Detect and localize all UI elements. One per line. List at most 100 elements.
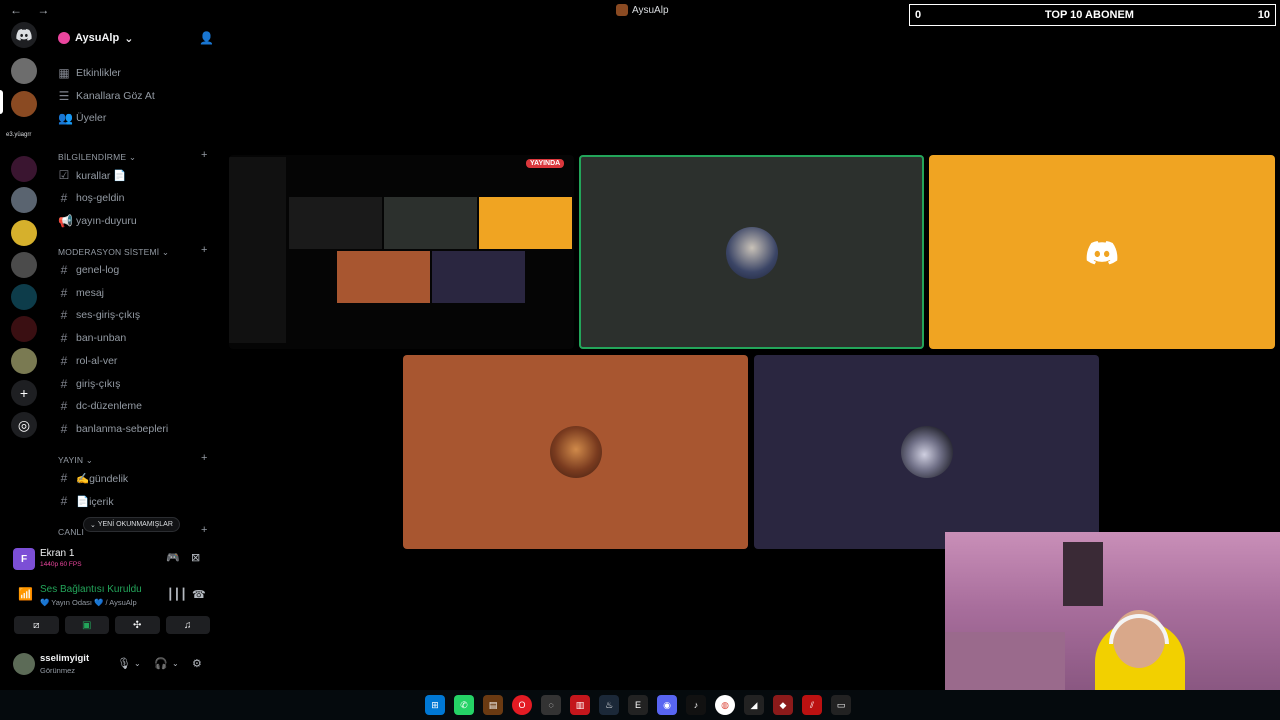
nested-tile bbox=[384, 197, 477, 249]
server-icon-zn[interactable] bbox=[11, 156, 37, 182]
menu-uyeler[interactable]: 👥 Üyeler bbox=[58, 108, 106, 128]
nested-sidebar bbox=[229, 157, 286, 343]
terminal-icon[interactable]: ▭ bbox=[831, 695, 851, 715]
chrome-icon[interactable]: ◍ bbox=[715, 695, 735, 715]
app-icon[interactable]: ◌ bbox=[541, 695, 561, 715]
channel-hos-geldin[interactable]: # hoş-geldin bbox=[58, 188, 125, 208]
whatsapp-icon[interactable]: ✆ bbox=[454, 695, 474, 715]
menu-kanallara-goz-at[interactable]: ☰ Kanallara Göz At bbox=[58, 86, 155, 106]
server-icon-aysualp[interactable] bbox=[11, 91, 37, 117]
add-server-button[interactable]: + bbox=[11, 380, 37, 406]
app-icon[interactable]: ▤ bbox=[483, 695, 503, 715]
nested-tile bbox=[479, 197, 572, 249]
server-icon-8[interactable] bbox=[11, 316, 37, 342]
add-channel-icon[interactable]: + bbox=[201, 524, 208, 536]
hash-icon: # bbox=[60, 308, 68, 322]
headset bbox=[1109, 614, 1169, 644]
hash-icon: # bbox=[60, 494, 68, 508]
channel-banlanma-sebepleri[interactable]: # banlanma-sebepleri bbox=[58, 419, 169, 439]
server-icon-6[interactable] bbox=[11, 252, 37, 278]
server-icon-5[interactable] bbox=[11, 220, 37, 246]
tiktok-icon[interactable]: ♪ bbox=[686, 695, 706, 715]
windows-start-icon[interactable]: ⊞ bbox=[425, 695, 445, 715]
user-panel: sselimyigit Görünmez 🎙 ⌄ 🎧 ⌄ ⚙ bbox=[6, 645, 216, 683]
server-icon-9[interactable] bbox=[11, 348, 37, 374]
voice-channel[interactable]: 💙 Yayın Odası 💙 / AysuAlp bbox=[40, 598, 137, 607]
headphones-icon[interactable]: 🎧 bbox=[154, 657, 168, 670]
chevron-down-icon: ⌄ bbox=[124, 32, 134, 45]
app-icon[interactable]: ◢ bbox=[744, 695, 764, 715]
menu-etkinlikler[interactable]: ▦ Etkinlikler bbox=[58, 63, 121, 83]
chevron-down-icon[interactable]: ⌄ bbox=[134, 659, 141, 668]
category-canli[interactable]: CANLI + bbox=[58, 524, 207, 539]
channel-ban-unban[interactable]: # ban-unban bbox=[58, 328, 127, 348]
add-channel-icon[interactable]: + bbox=[201, 149, 208, 161]
gear-icon[interactable]: ⚙ bbox=[192, 657, 202, 670]
explore-button[interactable]: ◎ bbox=[11, 412, 37, 438]
add-channel-icon[interactable]: + bbox=[201, 244, 208, 256]
noise-suppression-icon[interactable]: ┃┃┃ bbox=[167, 588, 187, 601]
hash-icon: # bbox=[60, 354, 68, 368]
server-icon-1[interactable] bbox=[11, 58, 37, 84]
invite-icon[interactable]: 👤 bbox=[199, 31, 214, 45]
channel-yayin-duyuru[interactable]: 📢 yayın-duyuru bbox=[58, 211, 137, 231]
taskbar: ⊞ ✆ ▤ O ◌ ▥ ♨ E ◉ ♪ ◍ ◢ ◆ ⫽ ▭ bbox=[0, 690, 1280, 720]
stream-quality: 1440p 60 FPS bbox=[40, 561, 82, 568]
channel-rol-al-ver[interactable]: # rol-al-ver bbox=[58, 351, 118, 371]
app-icon[interactable]: ⫽ bbox=[802, 695, 822, 715]
channel-icerik[interactable]: # 📄içerik bbox=[58, 491, 114, 511]
server-name: AysuAlp bbox=[75, 32, 120, 44]
category-yayin[interactable]: YAYIN ⌄ + bbox=[58, 452, 207, 467]
screen-share-tile[interactable]: YAYINDA bbox=[229, 155, 574, 349]
channel-kurallar[interactable]: ☑ kurallar 📄 bbox=[58, 165, 127, 185]
category-bilgilendirme[interactable]: BİLGİLENDİRME ⌄ + bbox=[58, 149, 207, 164]
activities-button[interactable]: ✣ bbox=[115, 616, 160, 634]
username[interactable]: sselimyigit bbox=[40, 653, 89, 664]
voice-status[interactable]: Ses Bağlantısı Kuruldu bbox=[40, 584, 142, 595]
compass-icon: ◎ bbox=[17, 416, 31, 433]
nested-tile bbox=[432, 251, 525, 303]
stop-stream-icon[interactable]: ⊠ bbox=[191, 551, 200, 564]
channel-genel-log[interactable]: # genel-log bbox=[58, 260, 120, 280]
steam-icon[interactable]: ♨ bbox=[599, 695, 619, 715]
server-text-icon[interactable]: e3.yüagrr bbox=[6, 132, 31, 138]
participant-tile-brown[interactable] bbox=[403, 355, 748, 549]
nav-arrows[interactable]: ← → bbox=[10, 3, 55, 17]
channel-ses-giris-cikis[interactable]: # ses-giriş-çıkış bbox=[58, 305, 141, 325]
participant-tile-speaking[interactable] bbox=[579, 155, 924, 349]
chevron-down-icon[interactable]: ⌄ bbox=[172, 659, 179, 668]
participant-tile-navy[interactable] bbox=[754, 355, 1099, 549]
category-moderasyon[interactable]: MODERASYON SİSTEMİ ⌄ + bbox=[58, 244, 207, 259]
camera-off-button[interactable]: ⧄ bbox=[14, 616, 59, 634]
app-icon[interactable]: ▥ bbox=[570, 695, 590, 715]
server-header[interactable]: AysuAlp ⌄ 👤 bbox=[48, 22, 222, 54]
channel-gundelik[interactable]: # ✍️gündelik bbox=[58, 468, 129, 488]
channel-dc-duzenleme[interactable]: # dc-düzenleme bbox=[58, 396, 142, 416]
participant-tile-default[interactable] bbox=[929, 155, 1275, 349]
stream-thumbnail[interactable]: F bbox=[13, 548, 35, 570]
server-icon-4[interactable] bbox=[11, 187, 37, 213]
avatar[interactable] bbox=[13, 653, 35, 675]
window-title: AysuAlp bbox=[616, 4, 669, 16]
direct-messages-button[interactable] bbox=[11, 22, 37, 48]
opera-icon[interactable]: O bbox=[512, 695, 532, 715]
signal-icon: 📶 bbox=[18, 587, 33, 601]
hash-icon: # bbox=[60, 331, 68, 345]
screen-share-button[interactable]: ▣ bbox=[64, 616, 109, 634]
new-unread-pill[interactable]: ⌄ YENİ OKUNMAMIŞLAR bbox=[83, 517, 180, 532]
server-icon-7[interactable] bbox=[11, 284, 37, 310]
epic-games-icon[interactable]: E bbox=[628, 695, 648, 715]
soundboard-button[interactable]: ♫ bbox=[165, 616, 210, 634]
add-channel-icon[interactable]: + bbox=[201, 452, 208, 464]
category-label: BİLGİLENDİRME bbox=[58, 152, 127, 162]
window-title-text: AysuAlp bbox=[632, 4, 669, 16]
live-badge: YAYINDA bbox=[526, 159, 565, 168]
shield-icon[interactable]: ◆ bbox=[773, 695, 793, 715]
channel-mesaj[interactable]: # mesaj bbox=[58, 283, 104, 303]
channel-giris-cikis[interactable]: # giriş-çıkış bbox=[58, 374, 121, 394]
disconnect-icon[interactable]: ☎ bbox=[192, 588, 206, 601]
active-server-pill bbox=[0, 90, 3, 114]
microphone-icon[interactable]: 🎙 bbox=[117, 657, 131, 670]
discord-icon[interactable]: ◉ bbox=[657, 695, 677, 715]
stream-settings-icon[interactable]: 🎮 bbox=[166, 551, 180, 564]
